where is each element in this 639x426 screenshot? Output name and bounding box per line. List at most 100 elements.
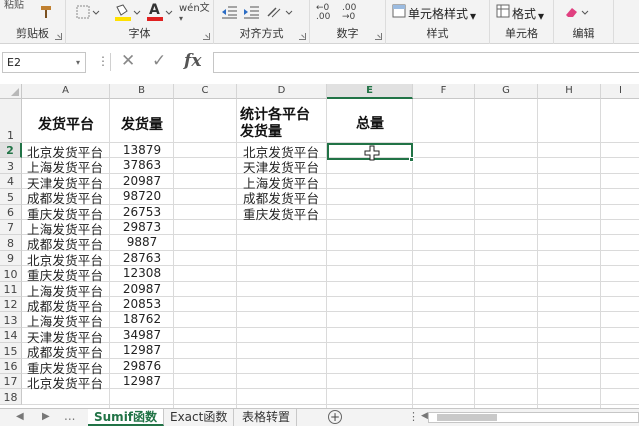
cell-styles-button[interactable]: 单元格样式 — [408, 5, 468, 22]
row-header-17[interactable]: 17 — [0, 374, 22, 390]
cell-volume[interactable]: 9887 — [110, 235, 174, 249]
font-color-icon[interactable]: A — [146, 2, 174, 22]
phonetic-guide-icon[interactable]: wén文 ▾ — [179, 4, 213, 24]
row-header-16[interactable]: 16 — [0, 358, 22, 374]
header-volume[interactable]: 发货量 — [121, 114, 163, 134]
tab-splitter-icon[interactable]: ⋮ — [408, 410, 419, 423]
ribbon-group-cells: 格式 ▾ 单元格 — [490, 0, 554, 44]
row-header-12[interactable]: 12 — [0, 297, 22, 313]
column-header-i[interactable]: I — [601, 84, 639, 99]
cell-volume[interactable]: 34987 — [110, 328, 174, 342]
paste-label[interactable]: 粘贴 — [4, 0, 24, 11]
spreadsheet-grid[interactable]: ABCDEFGHI 1 2 3 4 5 6 7 8 9 10 11 12 13 14 15 16 17 18 发货… — [0, 84, 639, 408]
cell-volume[interactable]: 13879 — [110, 143, 174, 157]
row-header-11[interactable]: 11 — [0, 281, 22, 297]
format-icon[interactable] — [496, 4, 510, 22]
format-button[interactable]: 格式 — [512, 5, 536, 22]
cell-summary-platform[interactable]: 重庆发货平台 — [243, 204, 319, 223]
number-launcher-icon[interactable] — [375, 33, 382, 40]
cell-platform[interactable]: 北京发货平台 — [27, 373, 103, 392]
fill-handle[interactable] — [409, 157, 414, 162]
name-box[interactable]: E2 — [2, 52, 86, 73]
row-header-8[interactable]: 8 — [0, 235, 22, 251]
cell-styles-icon[interactable] — [392, 4, 406, 22]
sheet-tab-exact[interactable]: Exact函数 — [164, 409, 235, 426]
row-header-14[interactable]: 14 — [0, 327, 22, 344]
row-header-7[interactable]: 7 — [0, 220, 22, 236]
increase-indent-icon[interactable] — [242, 4, 260, 22]
cell-volume[interactable]: 29876 — [110, 359, 174, 373]
cell-select-cursor-icon — [364, 145, 380, 161]
select-all-button[interactable] — [0, 84, 22, 99]
cell-volume[interactable]: 18762 — [110, 312, 174, 326]
cell-volume[interactable]: 20987 — [110, 282, 174, 296]
more-sheets-button[interactable]: ... — [64, 409, 75, 423]
horizontal-scrollbar[interactable] — [428, 412, 639, 423]
header-stat-line2[interactable]: 发货量 — [240, 121, 282, 141]
highlight-bar — [115, 17, 131, 21]
cancel-icon[interactable]: ✕ — [121, 51, 135, 71]
row-header-6[interactable]: 6 — [0, 204, 22, 220]
row-header-15[interactable]: 15 — [0, 343, 22, 359]
number-group-label: 数字 — [336, 27, 359, 40]
row-header-10[interactable]: 10 — [0, 266, 22, 282]
decrease-decimal-icon[interactable]: .00 →0 — [342, 4, 364, 22]
cell-volume[interactable]: 12987 — [110, 374, 174, 388]
cell-volume[interactable]: 98720 — [110, 189, 174, 203]
cell-volume[interactable]: 26753 — [110, 205, 174, 219]
cell-volume[interactable]: 37863 — [110, 158, 174, 172]
cell-volume[interactable]: 20987 — [110, 174, 174, 188]
orientation-icon[interactable] — [266, 4, 294, 22]
row-header-9[interactable]: 9 — [0, 250, 22, 267]
sheet-tab-sumif[interactable]: Sumif函数 — [88, 409, 165, 426]
row-header-1[interactable]: 1 — [0, 99, 22, 143]
scrollbar-thumb[interactable] — [437, 414, 497, 421]
row-number: 18 — [3, 390, 18, 404]
next-sheet-icon[interactable]: ▶ — [42, 411, 50, 422]
clipboard-launcher-icon[interactable] — [55, 33, 62, 40]
column-header-h[interactable]: H — [538, 84, 601, 99]
add-sheet-button[interactable]: + — [328, 410, 342, 424]
header-total[interactable]: 总量 — [356, 113, 384, 133]
more-options-icon[interactable]: ⋮ — [97, 54, 109, 68]
chevron-down-icon: ▾ — [179, 14, 184, 23]
sheet-tab-transpose[interactable]: 表格转置 — [236, 409, 298, 426]
prev-sheet-icon[interactable]: ◀ — [16, 411, 24, 422]
cell-volume[interactable]: 29873 — [110, 220, 174, 234]
row-header-2[interactable]: 2 — [0, 143, 22, 159]
row-header-5[interactable]: 5 — [0, 189, 22, 205]
alignment-launcher-icon[interactable] — [299, 33, 306, 40]
cell-volume[interactable]: 28763 — [110, 251, 174, 265]
row-header-4[interactable]: 4 — [0, 173, 22, 190]
enter-icon[interactable]: ✓ — [152, 51, 166, 71]
column-header-e[interactable]: E — [327, 84, 413, 99]
border-icon[interactable] — [76, 4, 102, 22]
column-header-a[interactable]: A — [22, 84, 110, 99]
row-header-18[interactable]: 18 — [0, 389, 22, 405]
decrease-indent-icon[interactable] — [220, 4, 238, 22]
header-platform[interactable]: 发货平台 — [38, 114, 94, 134]
formula-bar-divider — [110, 53, 111, 71]
cell-volume[interactable]: 12308 — [110, 266, 174, 280]
cells-group-label: 单元格 — [505, 27, 538, 40]
fill-color-icon[interactable] — [114, 4, 142, 22]
scroll-left-icon[interactable]: ◀ — [421, 411, 428, 421]
column-header-f[interactable]: F — [413, 84, 475, 99]
row-header-3[interactable]: 3 — [0, 158, 22, 174]
increase-decimal-icon[interactable]: ←0 .00 — [316, 4, 338, 22]
column-header-c[interactable]: C — [174, 84, 237, 99]
format-painter-icon[interactable] — [38, 4, 54, 22]
clear-icon[interactable] — [564, 4, 592, 22]
row-header-13[interactable]: 13 — [0, 312, 22, 328]
formula-bar-spacer — [0, 74, 639, 84]
font-launcher-icon[interactable] — [203, 33, 210, 40]
formula-input[interactable] — [213, 52, 639, 73]
ribbon-group-alignment: 对齐方式 — [214, 0, 310, 44]
chevron-down-icon[interactable]: ▾ — [76, 58, 80, 67]
column-header-g[interactable]: G — [475, 84, 538, 99]
column-header-d[interactable]: D — [237, 84, 327, 99]
column-header-b[interactable]: B — [110, 84, 174, 99]
cell-volume[interactable]: 20853 — [110, 297, 174, 311]
insert-function-icon[interactable]: fx — [184, 51, 201, 71]
cell-volume[interactable]: 12987 — [110, 343, 174, 357]
